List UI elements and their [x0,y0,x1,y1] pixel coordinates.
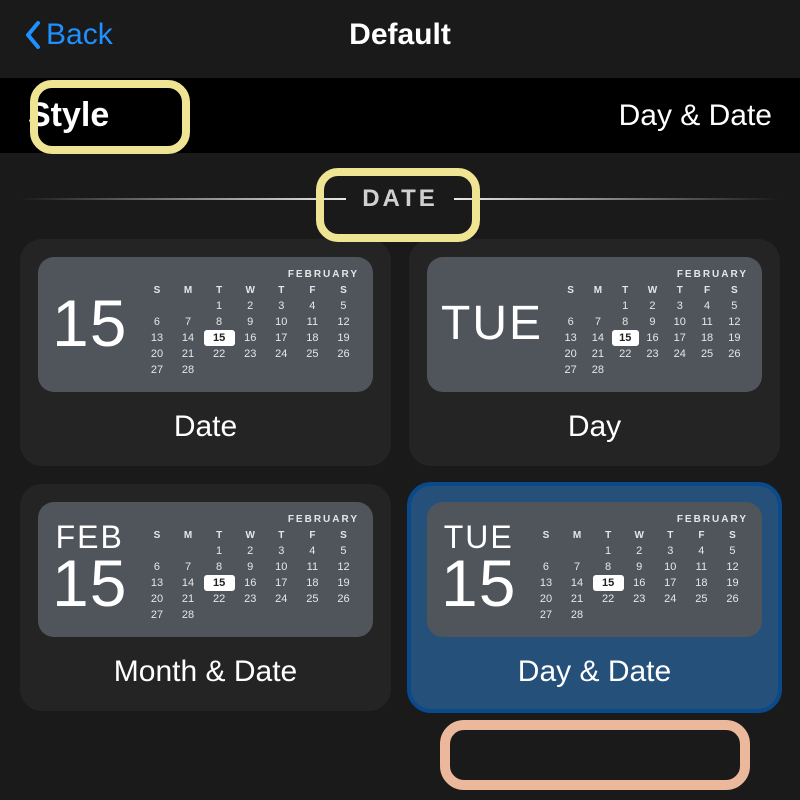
option-month-date[interactable]: FEB15FEBRUARYSMTWTFS12345678910111213141… [20,484,391,711]
option-label: Date [174,410,237,444]
style-row[interactable]: Style Day & Date [0,78,800,153]
widget-preview: TUE FEBRUARYSMTWTFS1234567891011121314151… [427,257,762,392]
widget-left-main: 15 [52,292,127,355]
widget-preview: 15FEBRUARYSMTWTFS12345678910111213141516… [38,257,373,392]
widget-left-main: 15 [441,552,516,615]
widget-left-main: 15 [52,552,127,615]
option-label: Day & Date [518,655,671,689]
mini-calendar: FEBRUARYSMTWTFS1234567891011121314151617… [141,269,359,378]
section-divider: DATE [0,177,800,221]
widget-preview: TUE15FEBRUARYSMTWTFS12345678910111213141… [427,502,762,637]
option-day[interactable]: TUE FEBRUARYSMTWTFS1234567891011121314151… [409,239,780,466]
mini-month-label: FEBRUARY [141,514,359,525]
back-button[interactable]: Back [24,18,113,52]
widget-left: 15 [52,292,127,355]
mini-month-label: FEBRUARY [141,269,359,280]
widget-preview: FEB15FEBRUARYSMTWTFS12345678910111213141… [38,502,373,637]
mini-month-label: FEBRUARY [557,269,748,280]
style-row-value: Day & Date [619,99,772,133]
option-label: Month & Date [114,655,297,689]
mini-calendar: FEBRUARYSMTWTFS1234567891011121314151617… [530,514,748,623]
option-day-date[interactable]: TUE15FEBRUARYSMTWTFS12345678910111213141… [409,484,780,711]
options-grid: 15FEBRUARYSMTWTFS12345678910111213141516… [0,239,800,711]
highlight-day-and-date [440,720,750,790]
widget-left: TUE15 [441,522,516,615]
mini-month-label: FEBRUARY [530,514,748,525]
section-label: DATE [346,177,454,221]
widget-left: FEB15 [52,522,127,615]
widget-left: TUE [441,301,543,347]
chevron-left-icon [24,20,42,50]
style-row-label: Style [28,96,109,135]
mini-calendar: FEBRUARYSMTWTFS1234567891011121314151617… [557,269,748,378]
nav-bar: Back Default [0,0,800,70]
option-date[interactable]: 15FEBRUARYSMTWTFS12345678910111213141516… [20,239,391,466]
widget-left-main: TUE [441,301,543,347]
option-label: Day [568,410,621,444]
mini-calendar: FEBRUARYSMTWTFS1234567891011121314151617… [141,514,359,623]
back-label: Back [46,18,113,52]
page-title: Default [0,18,800,52]
